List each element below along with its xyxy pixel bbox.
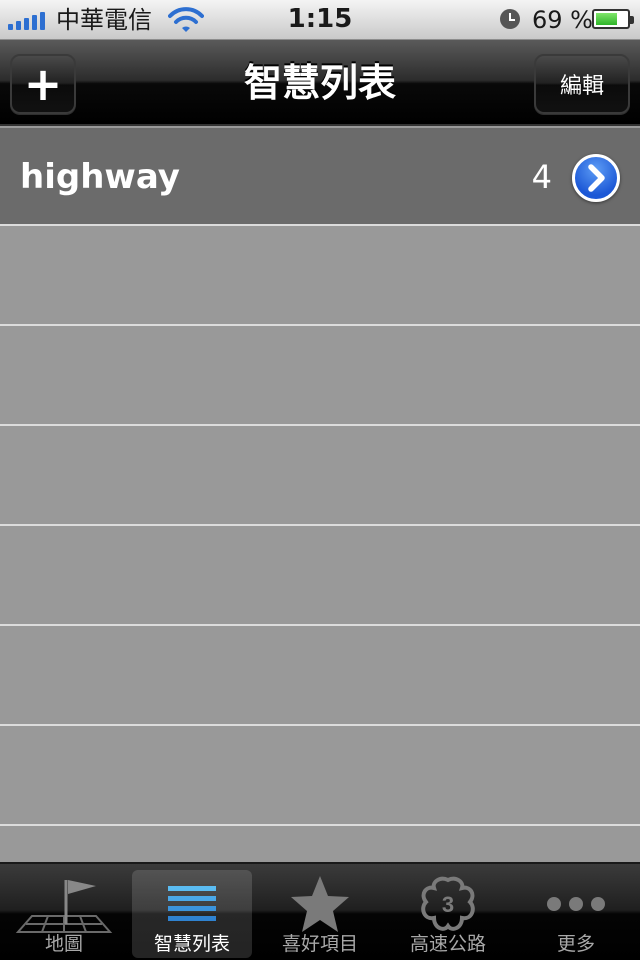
tab-label: 地圖 bbox=[44, 933, 83, 955]
chevron-right-icon bbox=[588, 164, 605, 192]
alarm-clock-icon bbox=[500, 9, 520, 29]
tab-label: 智慧列表 bbox=[153, 933, 230, 955]
tab-favorites[interactable]: 喜好項目 bbox=[260, 870, 380, 958]
status-bar: 中華電信 1:15 69 % bbox=[0, 0, 640, 40]
battery-percentage: 69 % bbox=[532, 6, 593, 34]
battery-icon bbox=[592, 9, 634, 29]
tab-more[interactable]: 更多 bbox=[516, 870, 636, 958]
list-icon bbox=[132, 874, 252, 934]
empty-row bbox=[0, 826, 640, 862]
navigation-bar: + 智慧列表 編輯 bbox=[0, 40, 640, 126]
star-icon bbox=[260, 874, 380, 934]
tab-smart-list[interactable]: 智慧列表 bbox=[132, 870, 252, 958]
smart-list: highway 4 bbox=[0, 128, 640, 862]
tab-label: 高速公路 bbox=[409, 933, 486, 955]
svg-text:3: 3 bbox=[442, 892, 454, 917]
tab-bar: 地圖 智慧列表 喜好項目 3 高速公路 更多 bbox=[0, 862, 640, 960]
empty-row bbox=[0, 226, 640, 326]
empty-row bbox=[0, 626, 640, 726]
highway-shield-icon: 3 bbox=[388, 874, 508, 934]
battery-level-fill bbox=[596, 13, 617, 25]
empty-row bbox=[0, 526, 640, 626]
tab-map[interactable]: 地圖 bbox=[4, 870, 124, 958]
detail-disclosure-button[interactable] bbox=[572, 154, 620, 202]
tab-label: 喜好項目 bbox=[281, 933, 358, 955]
tab-label: 更多 bbox=[556, 933, 595, 955]
map-flag-icon bbox=[4, 874, 124, 934]
more-dots-icon bbox=[516, 874, 636, 934]
edit-button[interactable]: 編輯 bbox=[534, 54, 630, 114]
empty-row bbox=[0, 326, 640, 426]
empty-row bbox=[0, 726, 640, 826]
list-item[interactable]: highway 4 bbox=[0, 128, 640, 226]
empty-row bbox=[0, 426, 640, 526]
list-item-count: 4 bbox=[531, 158, 552, 196]
list-item-name: highway bbox=[20, 157, 180, 197]
tab-highway[interactable]: 3 高速公路 bbox=[388, 870, 508, 958]
